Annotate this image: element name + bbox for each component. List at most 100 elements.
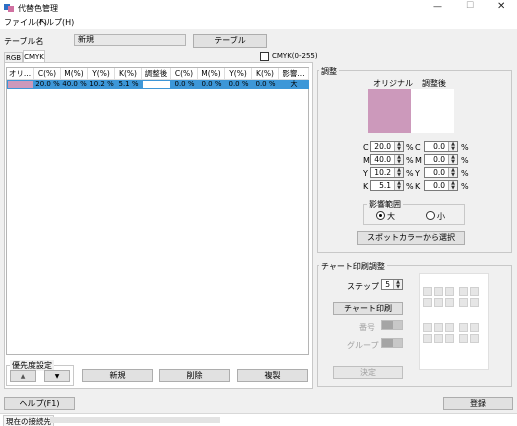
m-adjusted-spinner[interactable]: 0.0 ▲ ▼ — [424, 154, 458, 165]
col-adj-m[interactable]: M(%) — [198, 68, 225, 80]
help-button[interactable]: ヘルプ(F1) — [4, 397, 75, 410]
range-small-radio[interactable] — [426, 211, 435, 220]
percent-label: % — [406, 169, 414, 178]
color-table[interactable]: オリ... C(%) M(%) Y(%) K(%) 調整後 C(%) M(%) … — [6, 67, 309, 355]
col-k[interactable]: K(%) — [115, 68, 142, 80]
table-name-value: 新規 — [78, 35, 94, 44]
col-range[interactable]: 影響... — [279, 68, 309, 80]
row-c: 20.0 % — [35, 80, 60, 88]
y-adjusted-spinner[interactable]: 0.0 ▲ ▼ — [424, 167, 458, 178]
toggle-knob-icon — [382, 321, 393, 329]
percent-label: % — [406, 182, 414, 191]
range-label: 影響範囲 — [367, 199, 403, 210]
row-original-swatch — [8, 81, 33, 88]
col-adj-k[interactable]: K(%) — [252, 68, 279, 80]
col-y[interactable]: Y(%) — [88, 68, 115, 80]
col-adjusted[interactable]: 調整後 — [142, 68, 171, 80]
number-label: 番号 — [359, 323, 375, 332]
adjusted-label: 調整後 — [422, 79, 446, 88]
radio-dot-icon — [379, 214, 382, 217]
spinner-arrows-icon[interactable]: ▲ ▼ — [448, 181, 457, 190]
spinner-arrows-icon[interactable]: ▲ ▼ — [394, 142, 403, 151]
toggle-knob-icon — [382, 339, 393, 347]
decide-button[interactable]: 決定 — [333, 366, 403, 379]
swatch-grid — [423, 287, 487, 359]
close-button[interactable]: ✕ — [497, 1, 505, 12]
delete-button[interactable]: 削除 — [159, 369, 230, 382]
original-color-preview — [368, 89, 411, 133]
spinner-arrows-icon[interactable]: ▲ ▼ — [393, 280, 402, 289]
percent-label: % — [461, 143, 469, 152]
row-adjusted-swatch — [143, 81, 170, 88]
adj-y-label: Y — [415, 169, 420, 178]
row-adj-m: 0.0 % — [201, 80, 222, 88]
col-c[interactable]: C(%) — [34, 68, 61, 80]
col-adj-y[interactable]: Y(%) — [225, 68, 252, 80]
spot-color-button[interactable]: スポットカラーから選択 — [357, 231, 465, 245]
k-adjusted-spinner[interactable]: 0.0 ▲ ▼ — [424, 180, 458, 191]
row-m: 40.0 % — [62, 80, 87, 88]
adj-c-label: C — [415, 143, 421, 152]
c-adjusted-spinner[interactable]: 0.0 ▲ ▼ — [424, 141, 458, 152]
step-label: ステップ — [347, 282, 379, 291]
percent-label: % — [461, 169, 469, 178]
range-small-label: 小 — [437, 212, 445, 221]
number-toggle[interactable] — [381, 320, 403, 330]
copy-button[interactable]: 複製 — [237, 369, 308, 382]
new-button[interactable]: 新規 — [82, 369, 153, 382]
col-m[interactable]: M(%) — [61, 68, 88, 80]
tab-rgb-label: RGB — [5, 54, 22, 62]
spinner-arrows-icon[interactable]: ▲ ▼ — [394, 168, 403, 177]
status-connection-value — [50, 417, 220, 423]
status-bar: 現在の接続先 — [0, 413, 517, 426]
row-adj-y: 0.0 % — [228, 80, 249, 88]
col-adj-c[interactable]: C(%) — [171, 68, 198, 80]
row-range: 大 — [290, 80, 298, 88]
cmyk-255-checkbox[interactable] — [260, 52, 269, 61]
spinner-arrows-icon[interactable]: ▲ ▼ — [394, 155, 403, 164]
range-large-radio[interactable] — [376, 211, 385, 220]
spinner-arrows-icon[interactable]: ▲ ▼ — [448, 155, 457, 164]
priority-down-button[interactable]: ▼ — [44, 370, 70, 382]
percent-label: % — [461, 182, 469, 191]
adj-k-label: K — [415, 182, 421, 191]
m-label: M — [363, 156, 370, 165]
y-original-spinner[interactable]: 10.2 ▲ ▼ — [370, 167, 404, 178]
step-spinner[interactable]: 5 ▲ ▼ — [381, 279, 403, 290]
group-toggle[interactable] — [381, 338, 403, 348]
cmyk-255-label: CMYK(0-255) — [272, 52, 318, 60]
register-button[interactable]: 登録 — [443, 397, 513, 410]
c-label: C — [363, 143, 369, 152]
percent-label: % — [406, 143, 414, 152]
spinner-arrows-icon[interactable]: ▲ ▼ — [448, 142, 457, 151]
adj-m-label: M — [415, 156, 422, 165]
tab-cmyk-label: CMYK — [24, 53, 44, 61]
percent-label: % — [406, 156, 414, 165]
minimize-button[interactable]: — — [433, 2, 442, 12]
row-adj-k: 0.0 % — [255, 80, 276, 88]
adjusted-color-preview[interactable] — [411, 89, 454, 133]
spinner-arrows-icon[interactable]: ▲ ▼ — [448, 168, 457, 177]
table-button[interactable]: テーブル — [193, 34, 267, 48]
menu-bar: ファイル(F) ヘルプ(H) — [0, 16, 517, 29]
m-original-spinner[interactable]: 40.0 ▲ ▼ — [370, 154, 404, 165]
group-label: グループ — [347, 341, 379, 350]
k-original-spinner[interactable]: 5.1 ▲ ▼ — [370, 180, 404, 191]
chart-print-button[interactable]: チャート印刷 — [333, 302, 403, 315]
spinner-arrows-icon[interactable]: ▲ ▼ — [394, 181, 403, 190]
original-label: オリジナル — [373, 79, 413, 88]
adjust-label: 調整 — [319, 66, 339, 77]
priority-up-button[interactable]: ▲ — [10, 370, 36, 382]
table-name-input[interactable]: 新規 — [74, 34, 186, 46]
percent-label: % — [461, 156, 469, 165]
k-label: K — [363, 182, 369, 191]
table-name-label: テーブル名 — [4, 37, 44, 46]
maximize-button[interactable]: ☐ — [466, 1, 474, 11]
c-original-spinner[interactable]: 20.0 ▲ ▼ — [370, 141, 404, 152]
y-label: Y — [363, 169, 368, 178]
chart-label: チャート印刷調整 — [319, 261, 387, 272]
menu-help[interactable]: ヘルプ(H) — [38, 17, 74, 28]
app-icon — [4, 3, 14, 12]
row-k: 5.1 % — [118, 80, 139, 88]
col-original[interactable]: オリ... — [7, 68, 34, 80]
